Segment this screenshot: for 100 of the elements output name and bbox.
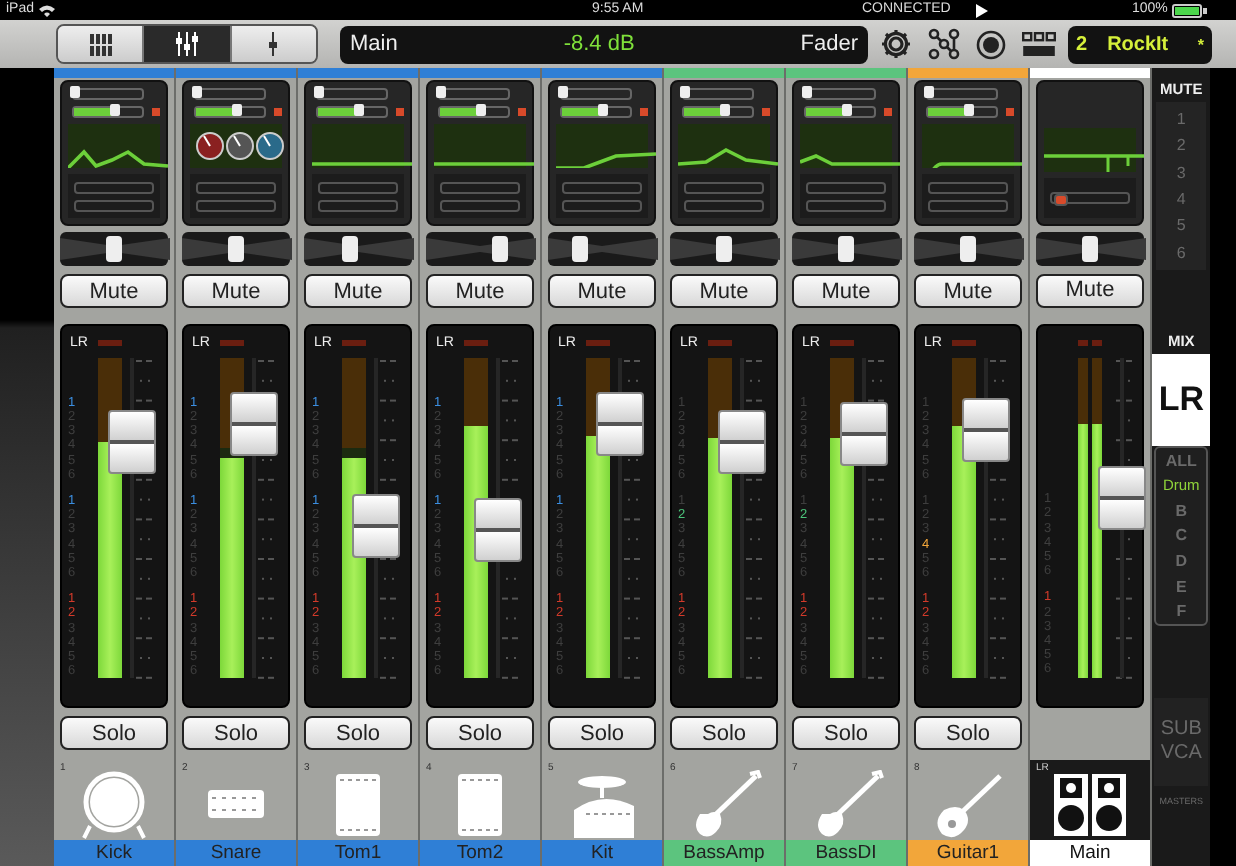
solo-button[interactable]: Solo	[914, 716, 1022, 751]
pan-thumb[interactable]	[572, 236, 589, 263]
indicator-light	[640, 107, 648, 116]
gain-slider[interactable]	[560, 105, 632, 118]
view-tab[interactable]	[231, 26, 316, 62]
pan-thumb[interactable]	[1082, 236, 1098, 263]
pan-slider[interactable]	[792, 232, 900, 267]
settings-icon[interactable]	[880, 28, 912, 60]
channel-name[interactable]: Tom1	[298, 840, 418, 866]
mute-button[interactable]: Mute	[548, 274, 656, 309]
fader-thumb[interactable]	[230, 392, 278, 457]
fader-thumb[interactable]	[596, 392, 644, 457]
indicator-light	[396, 107, 404, 116]
channel-display[interactable]	[182, 79, 290, 227]
mute-button[interactable]: Mute	[182, 274, 290, 309]
channel-name[interactable]: Main	[1030, 840, 1150, 866]
gain-slider[interactable]	[682, 87, 754, 100]
pan-thumb[interactable]	[960, 236, 976, 263]
slider-thumb[interactable]	[598, 103, 609, 116]
pan-slider[interactable]	[914, 232, 1022, 267]
gain-slider[interactable]	[804, 105, 876, 118]
solo-button[interactable]: Solo	[426, 716, 534, 751]
pan-thumb[interactable]	[228, 236, 244, 263]
mute-button[interactable]: Mute	[792, 274, 900, 309]
solo-button[interactable]: Solo	[304, 716, 412, 751]
fader-thumb[interactable]	[718, 409, 766, 474]
gain-slider[interactable]	[926, 105, 998, 118]
solo-button[interactable]: Solo	[670, 716, 778, 751]
channel-name[interactable]: Snare	[176, 840, 296, 866]
pan-thumb[interactable]	[491, 236, 508, 263]
pan-slider[interactable]	[1036, 232, 1144, 266]
slider-thumb[interactable]	[192, 85, 202, 98]
fader-thumb[interactable]	[1098, 466, 1146, 531]
gain-slider[interactable]	[72, 105, 144, 118]
channel-name[interactable]: Kit	[542, 840, 662, 866]
gain-slider[interactable]	[804, 87, 876, 100]
gain-slider[interactable]	[194, 87, 266, 100]
slider-thumb[interactable]	[436, 85, 446, 98]
mute-button[interactable]: Mute	[426, 274, 534, 309]
mute-button[interactable]: Mute	[1036, 274, 1144, 308]
mute-button[interactable]: Mute	[60, 274, 168, 309]
record-icon[interactable]	[976, 29, 1006, 59]
gain-slider[interactable]	[316, 87, 388, 100]
pan-slider[interactable]	[548, 232, 656, 267]
mute-button[interactable]: Mute	[914, 274, 1022, 309]
slider-thumb[interactable]	[720, 103, 731, 116]
slider-thumb[interactable]	[842, 103, 853, 116]
view-tab[interactable]	[58, 26, 145, 62]
solo-button[interactable]: Solo	[60, 716, 168, 751]
pan-slider[interactable]	[304, 232, 412, 267]
gain-slider[interactable]	[194, 105, 266, 118]
routing-icon[interactable]	[928, 28, 960, 60]
gain-slider[interactable]	[316, 105, 388, 118]
slider-thumb[interactable]	[476, 103, 487, 116]
slider-thumb[interactable]	[802, 85, 812, 98]
mix-tab[interactable]: LR	[1152, 354, 1211, 446]
slider-thumb[interactable]	[354, 103, 365, 116]
slider-thumb[interactable]	[110, 103, 121, 116]
pan-slider[interactable]	[670, 232, 778, 267]
solo-button[interactable]: Solo	[182, 716, 290, 751]
slider-thumb[interactable]	[680, 85, 690, 98]
pan-slider[interactable]	[60, 232, 168, 267]
pan-thumb[interactable]	[716, 236, 732, 263]
slider-thumb[interactable]	[314, 85, 324, 98]
channel-name[interactable]: BassAmp	[664, 840, 784, 866]
view-tab[interactable]	[144, 26, 232, 62]
gain-slider[interactable]	[72, 87, 144, 100]
scene-selector[interactable]: 2 RockIt *	[1068, 25, 1212, 63]
gain-slider[interactable]	[438, 105, 510, 118]
mute-button[interactable]: Mute	[670, 274, 778, 309]
slider-thumb[interactable]	[70, 85, 80, 98]
slider-thumb[interactable]	[964, 103, 975, 116]
gain-slider[interactable]	[560, 87, 632, 100]
fader-thumb[interactable]	[108, 409, 156, 474]
fader-thumb[interactable]	[474, 497, 522, 562]
indicator-light	[152, 107, 160, 116]
solo-button[interactable]: Solo	[792, 716, 900, 751]
fader-thumb[interactable]	[840, 401, 888, 466]
slider-thumb[interactable]	[232, 103, 243, 116]
channel-name[interactable]: Tom2	[420, 840, 540, 866]
fader-thumb[interactable]	[962, 397, 1010, 462]
channel-name[interactable]: Kick	[54, 840, 174, 866]
fader-thumb[interactable]	[352, 493, 400, 558]
gain-slider[interactable]	[438, 87, 510, 100]
pan-thumb[interactable]	[838, 236, 854, 263]
dynamics-display	[68, 173, 160, 219]
pan-slider[interactable]	[426, 232, 534, 267]
slider-thumb[interactable]	[558, 85, 568, 98]
pan-thumb[interactable]	[341, 236, 358, 263]
mute-button[interactable]: Mute	[304, 274, 412, 309]
solo-button[interactable]: Solo	[548, 716, 656, 751]
gain-slider[interactable]	[682, 105, 754, 118]
play-icon	[976, 3, 988, 17]
pan-thumb[interactable]	[106, 236, 122, 263]
slider-thumb[interactable]	[924, 85, 934, 98]
pan-slider[interactable]	[182, 232, 290, 267]
channel-name[interactable]: Guitar1	[908, 840, 1028, 866]
gain-slider[interactable]	[926, 87, 998, 100]
channel-name[interactable]: BassDI	[786, 840, 906, 866]
layout-icon[interactable]	[1022, 31, 1056, 57]
